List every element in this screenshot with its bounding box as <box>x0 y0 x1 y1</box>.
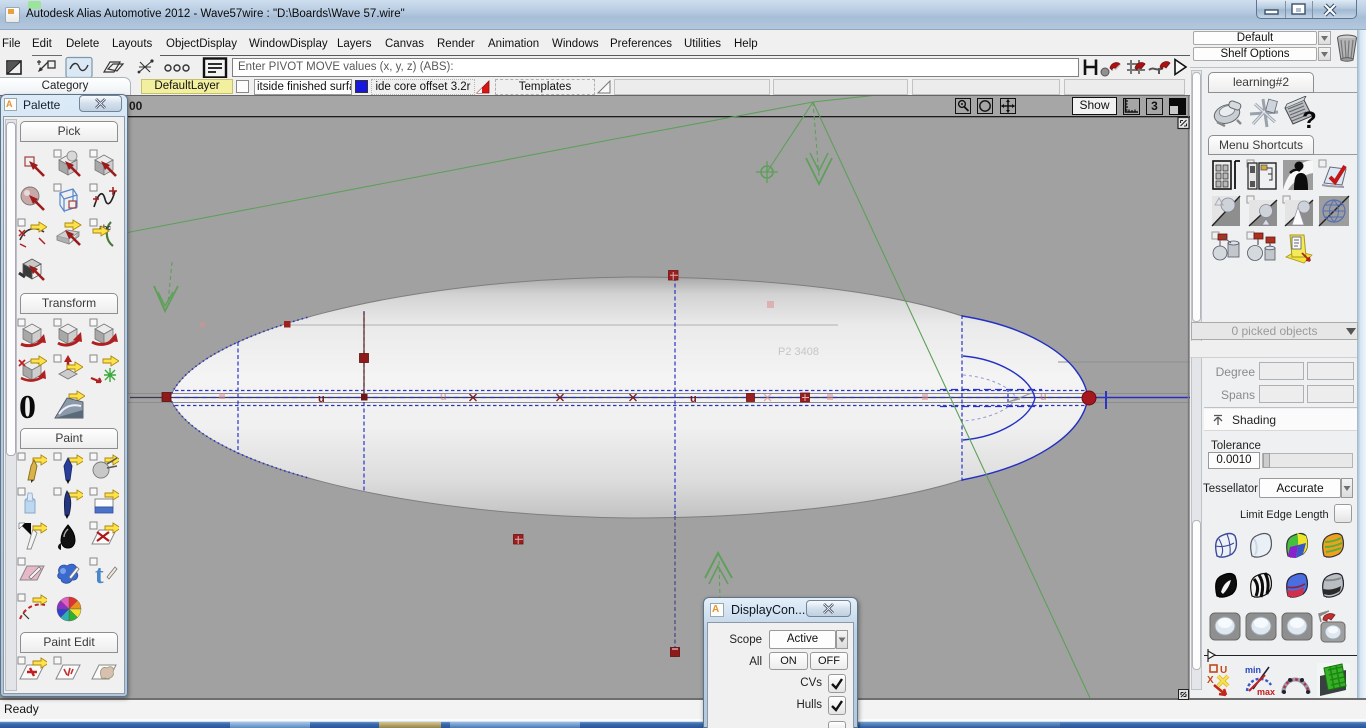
svg-text:max: max <box>1257 687 1275 697</box>
svg-text:u: u <box>440 391 447 403</box>
svg-text:?: ? <box>1302 107 1317 132</box>
svg-text:u: u <box>318 393 325 405</box>
svg-text:U: U <box>1220 665 1227 676</box>
svg-text:P2 3408: P2 3408 <box>778 346 819 358</box>
svg-text:u: u <box>690 393 697 405</box>
svg-text:t: t <box>95 560 104 589</box>
svg-text:X: X <box>1207 675 1214 686</box>
svg-text:min: min <box>1245 665 1261 675</box>
svg-text:0: 0 <box>19 389 36 422</box>
svg-text:u: u <box>1040 391 1047 403</box>
svg-text:00: 00 <box>129 99 143 113</box>
